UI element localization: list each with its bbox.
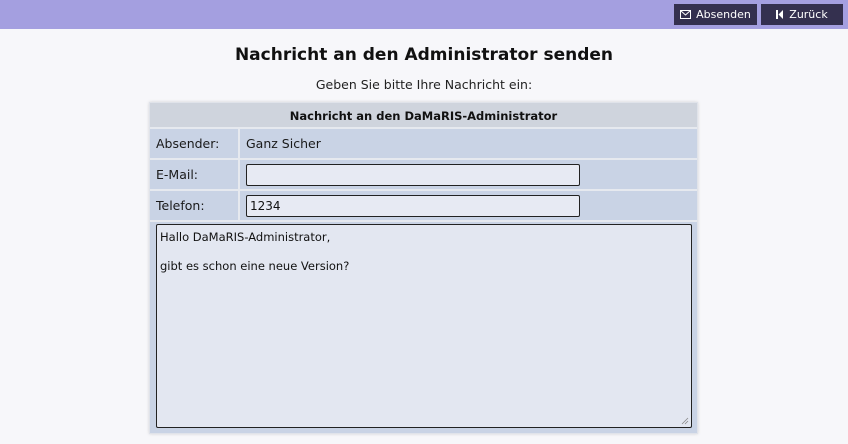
message-form: Nachricht an den DaMaRIS-Administrator A… bbox=[149, 102, 698, 434]
back-button[interactable]: Zurück bbox=[761, 4, 843, 25]
back-arrow-icon bbox=[776, 10, 784, 19]
send-button-label: Absenden bbox=[696, 8, 751, 21]
resize-handle-icon[interactable] bbox=[681, 417, 689, 425]
email-field[interactable] bbox=[246, 164, 580, 186]
email-label: E-Mail: bbox=[150, 160, 240, 189]
sender-value: Ganz Sicher bbox=[246, 136, 321, 151]
page-subtitle: Geben Sie bitte Ihre Nachricht ein: bbox=[315, 77, 533, 92]
phone-row: Telefon: 1234 bbox=[150, 191, 697, 222]
top-toolbar: Absenden Zurück bbox=[0, 0, 848, 29]
back-button-label: Zurück bbox=[789, 8, 828, 21]
email-row: E-Mail: bbox=[150, 160, 697, 191]
message-text: Hallo DaMaRIS-Administrator, gibt es sch… bbox=[160, 230, 350, 273]
envelope-icon bbox=[680, 10, 692, 19]
sender-row: Absender: Ganz Sicher bbox=[150, 129, 697, 160]
phone-label: Telefon: bbox=[150, 191, 240, 220]
send-button[interactable]: Absenden bbox=[674, 4, 757, 25]
message-textarea[interactable]: Hallo DaMaRIS-Administrator, gibt es sch… bbox=[156, 224, 692, 428]
phone-field[interactable]: 1234 bbox=[246, 195, 580, 217]
sender-label: Absender: bbox=[150, 129, 240, 158]
page-title: Nachricht an den Administrator senden bbox=[234, 45, 614, 65]
form-header: Nachricht an den DaMaRIS-Administrator bbox=[150, 103, 697, 129]
